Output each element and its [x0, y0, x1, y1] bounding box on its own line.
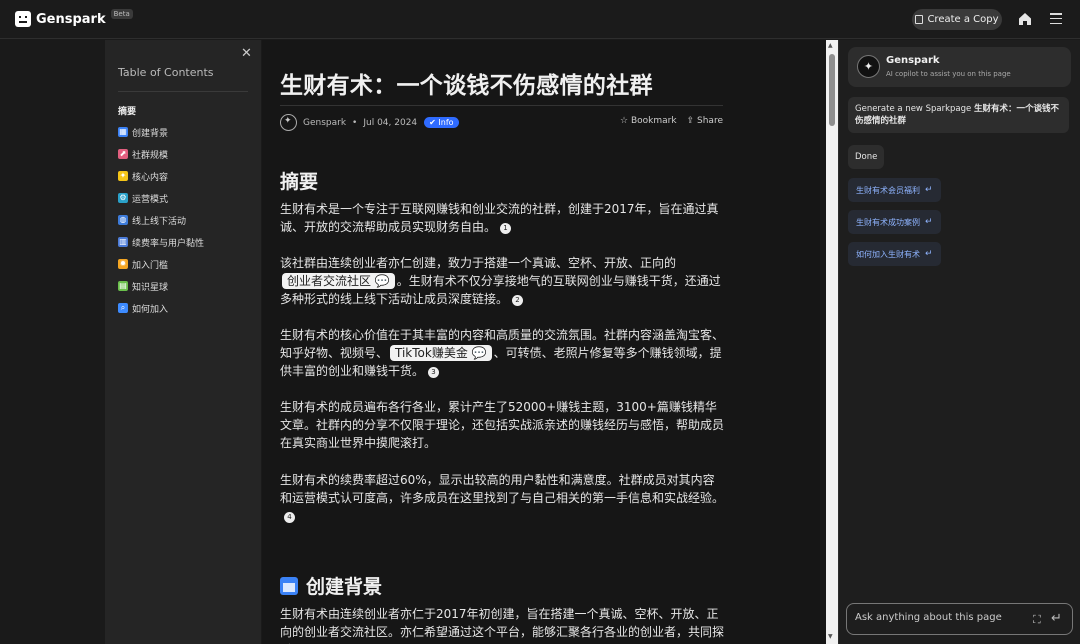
paragraph-2: 该社群由连续创业者亦仁创建，致力于搭建一个真诚、空杯、开放、正向的创业者交流社区… — [280, 256, 721, 306]
toc-item-label: 加入门槛 — [132, 260, 169, 271]
chart-icon: ⬈ — [118, 149, 128, 159]
create-copy-button[interactable]: Create a Copy — [912, 9, 1002, 30]
title-divider — [280, 105, 723, 106]
globe-icon: ◍ — [118, 215, 128, 225]
gear-icon: ⚙ — [118, 193, 128, 203]
enter-arrow-icon: ↵ — [925, 249, 933, 259]
enter-arrow-icon: ↵ — [925, 185, 933, 195]
toc-list: 摘要 ▦ 创建背景 ⬈ 社群规模 ✦ 核心内容 ⚙ 运营模式 ◍ 线上线下活动 ▥ 续费率与用户黏性 ✹ 加… — [118, 99, 253, 319]
scroll-up-icon[interactable]: ▲ — [828, 42, 833, 49]
article-meta: Genspark • Jul 04, 2024 ✔ Info ☆ Bookmar… — [280, 114, 723, 131]
assistant-name: Genspark — [886, 55, 940, 66]
books-icon: ▤ — [118, 281, 128, 291]
assistant-reply: Done — [848, 145, 885, 169]
toc-item[interactable]: ⬈ 社群规模 — [118, 143, 253, 165]
topic-chip-community[interactable]: 创业者交流社区 💬 — [282, 273, 395, 289]
citation-3[interactable]: 3 — [428, 367, 440, 378]
article-actions: ☆ Bookmark ⇪ Share — [620, 116, 723, 126]
share-button[interactable]: ⇪ Share — [687, 116, 723, 126]
citation-4[interactable]: 4 — [284, 512, 295, 523]
paragraph-6: 生财有术由连续创业者亦仁于2017年初创建，旨在搭建一个真诚、空杯、开放、正向的… — [280, 607, 725, 644]
paragraph-1: 生财有术是一个专注于互联网赚钱和创业交流的社群，创建于2017年，旨在通过真诚、… — [280, 202, 719, 234]
toc-item-label: 创建背景 — [132, 128, 169, 139]
toc-item[interactable]: ⌕ 如何加入 — [118, 297, 253, 319]
paragraph-4: 生财有术的成员遍布各行各业，累计产生了52000+赚钱主题，3100+篇赚钱精华… — [280, 400, 725, 450]
toc-item-label: 线上线下活动 — [132, 216, 187, 227]
toc-item-label: 摘要 — [118, 106, 137, 117]
beta-badge: Beta — [110, 9, 133, 19]
top-bar: Genspark Beta Create a Copy — [0, 0, 1080, 39]
article-title: 生财有术：一个谈钱不伤感情的社群 — [280, 73, 653, 99]
toc-item-label: 运营模式 — [132, 194, 169, 205]
star-icon: ☆ — [620, 116, 629, 126]
toc-item-label: 知识星球 — [132, 282, 169, 293]
topic-chip-tiktok[interactable]: TikTok赚美金 💬 — [390, 345, 492, 361]
scrollbar-thumb[interactable] — [829, 54, 835, 126]
calendar-icon — [280, 577, 298, 595]
suggestion-1[interactable]: 生财有术会员福利 ↵ — [848, 178, 941, 202]
summary-heading: 摘要 — [280, 171, 319, 193]
search-icon: ⌕ — [118, 303, 128, 313]
ask-box: ⛶ ↵ — [846, 603, 1073, 635]
star-icon: ✹ — [118, 259, 128, 269]
toc-item[interactable]: ▥ 续费率与用户黏性 — [118, 231, 253, 253]
bookmark-button[interactable]: ☆ Bookmark — [620, 116, 677, 126]
toc-item[interactable]: ✦ 核心内容 — [118, 165, 253, 187]
author-avatar — [280, 114, 297, 131]
toc-title: Table of Contents — [118, 66, 214, 79]
citation-2[interactable]: 2 — [512, 295, 524, 306]
info-badge: ✔ Info — [424, 117, 459, 128]
send-icon[interactable]: ↵ — [1051, 611, 1062, 626]
suggestion-2[interactable]: 生财有术成功案例 ↵ — [848, 210, 941, 234]
table-of-contents: ✕ Table of Contents 摘要 ▦ 创建背景 ⬈ 社群规模 ✦ 核心内容 ⚙ 运营… — [105, 40, 261, 644]
assistant-panel: ✦ Genspark AI copilot to assist you on t… — [838, 40, 1080, 644]
toc-item-label: 核心内容 — [132, 172, 169, 183]
assistant-header: ✦ Genspark AI copilot to assist you on t… — [848, 47, 1071, 87]
chat-icon: 💬 — [374, 274, 390, 288]
chat-icon: 💬 — [471, 346, 487, 360]
scroll-down-icon[interactable]: ▼ — [828, 633, 833, 640]
suggestion-3[interactable]: 如何加入生财有术 ↵ — [848, 242, 941, 266]
publish-date: Jul 04, 2024 — [363, 117, 418, 128]
sparkle-icon: ✦ — [857, 55, 880, 78]
share-icon: ⇪ — [686, 116, 695, 126]
bulb-icon: ✦ — [118, 171, 128, 181]
paragraph-5: 生财有术的续费率超过60%，显示出较高的用户黏性和满意度。社群成员对其内容和运营… — [280, 473, 725, 523]
toc-divider — [118, 91, 248, 92]
bar-chart-icon: ▥ — [118, 237, 128, 247]
menu-icon[interactable] — [1050, 13, 1062, 24]
toc-item[interactable]: ▤ 知识星球 — [118, 275, 253, 297]
toc-item-label: 社群规模 — [132, 150, 169, 161]
user-request-message: Generate a new Sparkpage 生财有术：一个谈钱不伤感情的社… — [848, 97, 1069, 133]
article-area: 生财有术：一个谈钱不伤感情的社群 Genspark • Jul 04, 2024… — [262, 40, 826, 644]
scrollbar[interactable]: ▲ ▼ — [826, 40, 838, 644]
app-logo[interactable]: Genspark Beta — [15, 9, 133, 27]
assistant-subtitle: AI copilot to assist you on this page — [886, 70, 1011, 78]
home-icon[interactable] — [1018, 12, 1032, 26]
ask-input[interactable] — [855, 612, 1025, 623]
toc-item-label: 如何加入 — [132, 304, 169, 315]
toc-item[interactable]: ✹ 加入门槛 — [118, 253, 253, 275]
meta-separator: • — [352, 117, 358, 128]
author-name: Genspark — [303, 117, 347, 128]
citation-1[interactable]: 1 — [500, 223, 512, 234]
expand-icon[interactable]: ⛶ — [1033, 613, 1041, 627]
app-name: Genspark — [36, 11, 106, 27]
calendar-icon: ▦ — [118, 127, 128, 137]
copy-icon — [915, 15, 924, 24]
create-copy-label: Create a Copy — [927, 14, 999, 25]
genspark-logo-icon — [15, 11, 31, 27]
toc-item[interactable]: 摘要 — [118, 99, 253, 121]
toc-item[interactable]: ◍ 线上线下活动 — [118, 209, 253, 231]
toc-item[interactable]: ⚙ 运营模式 — [118, 187, 253, 209]
close-icon[interactable]: ✕ — [241, 46, 252, 61]
enter-arrow-icon: ↵ — [925, 217, 933, 227]
toc-item-label: 续费率与用户黏性 — [132, 238, 205, 249]
section-heading-background: 创建背景 — [280, 572, 382, 599]
toc-item[interactable]: ▦ 创建背景 — [118, 121, 253, 143]
paragraph-3: 生财有术的核心价值在于其丰富的内容和高质量的交流氛围。社群内容涵盖淘宝客、知乎好… — [280, 328, 725, 378]
